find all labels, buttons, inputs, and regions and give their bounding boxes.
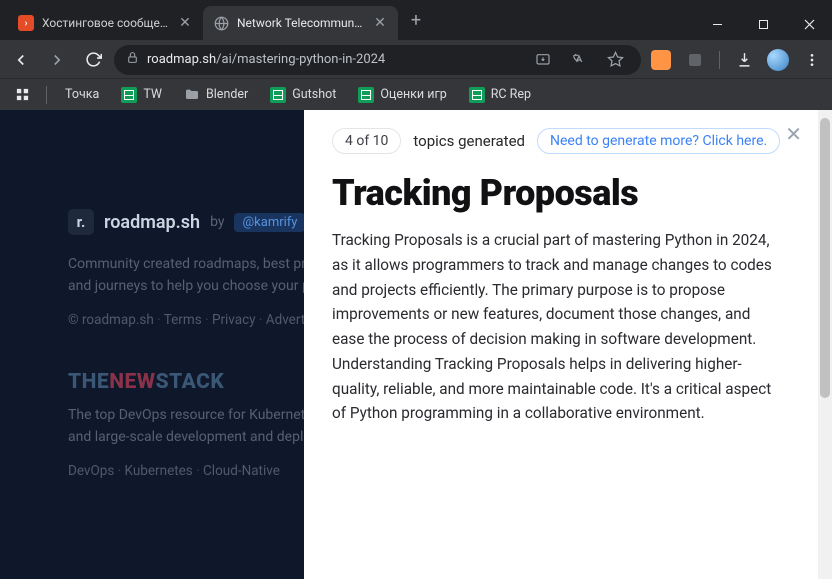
titlebar: › Хостинговое сообщество «Tir ✕ Network … <box>0 0 832 40</box>
bookmark-item[interactable]: TW <box>113 83 170 107</box>
sheets-icon <box>270 87 286 103</box>
sheets-icon <box>469 87 485 103</box>
star-icon[interactable] <box>601 46 629 74</box>
sponsor-link[interactable]: DevOps <box>68 463 125 479</box>
close-window-button[interactable] <box>786 8 832 40</box>
panel-body: Tracking Proposals is a crucial part of … <box>332 228 804 426</box>
sheets-icon <box>121 87 137 103</box>
generate-more-link[interactable]: Need to generate more? Click here. <box>537 128 780 154</box>
forward-button[interactable] <box>42 45 72 75</box>
legal-link[interactable]: Privacy <box>212 312 266 328</box>
lock-icon <box>126 51 139 68</box>
extension-icon[interactable] <box>647 46 675 74</box>
separator <box>719 51 720 69</box>
reload-button[interactable] <box>78 45 108 75</box>
address-bar[interactable]: roadmap.sh/ai/mastering-python-in-2024 <box>114 45 641 75</box>
sponsor-link[interactable]: Kubernetes <box>125 463 203 479</box>
legal-link[interactable]: Terms <box>164 312 212 328</box>
tab-strip: › Хостинговое сообщество «Tir ✕ Network … <box>0 6 430 40</box>
apps-icon[interactable] <box>8 81 36 109</box>
panel-title: Tracking Proposals <box>332 172 804 214</box>
browser-tab-inactive[interactable]: › Хостинговое сообщество «Tir ✕ <box>8 6 203 40</box>
bookmark-item[interactable]: Gutshot <box>262 83 344 107</box>
brand-name: roadmap.sh <box>104 212 200 233</box>
tab-title: Network Telecommunications A <box>237 16 364 30</box>
download-icon[interactable] <box>730 46 758 74</box>
brand-by-text: by <box>210 214 224 230</box>
bookmark-label: Оценки игр <box>380 87 446 102</box>
arrow-right-icon: › <box>18 15 34 31</box>
new-tab-button[interactable]: + <box>402 6 430 34</box>
translate-icon[interactable] <box>565 46 593 74</box>
back-button[interactable] <box>6 45 36 75</box>
bookmark-item[interactable]: Точка <box>57 83 107 106</box>
topic-counter: 4 of 10 <box>332 128 401 154</box>
close-icon[interactable]: ✕ <box>372 15 388 31</box>
globe-icon <box>213 15 229 31</box>
bookmarks-bar: Точка TW Blender Gutshot Оценки игр RC R… <box>0 78 832 110</box>
separator <box>46 86 47 104</box>
bookmark-label: TW <box>143 87 162 102</box>
copyright: © roadmap.sh <box>68 312 164 328</box>
close-icon[interactable]: ✕ <box>177 15 193 31</box>
folder-icon <box>184 87 200 103</box>
browser-tab-active[interactable]: Network Telecommunications A ✕ <box>203 6 398 40</box>
close-panel-button[interactable]: ✕ <box>785 122 802 146</box>
legal-link[interactable]: Advert <box>266 312 305 328</box>
extension-icon[interactable] <box>681 46 709 74</box>
browser-toolbar: roadmap.sh/ai/mastering-python-in-2024 <box>0 40 832 78</box>
tab-title: Хостинговое сообщество «Tir <box>42 16 169 30</box>
url-text: roadmap.sh/ai/mastering-python-in-2024 <box>147 52 521 67</box>
install-icon[interactable] <box>529 46 557 74</box>
side-panel: ✕ 4 of 10 topics generated Need to gener… <box>304 110 832 579</box>
bookmark-label: Gutshot <box>292 87 336 102</box>
bookmark-item[interactable]: Оценки игр <box>350 83 454 107</box>
menu-icon[interactable] <box>798 46 826 74</box>
sheets-icon <box>358 87 374 103</box>
page-content: Roadmaps B r. roadmap.sh by @kamrify Com… <box>0 110 832 579</box>
bookmark-item[interactable]: RC Rep <box>461 83 539 107</box>
maximize-button[interactable] <box>740 8 786 40</box>
author-badge[interactable]: @kamrify <box>234 213 305 232</box>
brand-icon: r. <box>68 209 94 235</box>
bookmark-label: Blender <box>206 87 248 102</box>
minimize-button[interactable] <box>694 8 740 40</box>
profile-avatar[interactable] <box>764 46 792 74</box>
bookmark-label: RC Rep <box>491 87 531 102</box>
sponsor-link[interactable]: Cloud-Native <box>203 463 280 479</box>
window-controls <box>694 8 832 40</box>
bookmark-item[interactable]: Blender <box>176 83 256 107</box>
topic-counter-label: topics generated <box>413 132 525 150</box>
bookmark-label: Точка <box>65 87 99 102</box>
scrollbar-thumb[interactable] <box>820 118 830 398</box>
